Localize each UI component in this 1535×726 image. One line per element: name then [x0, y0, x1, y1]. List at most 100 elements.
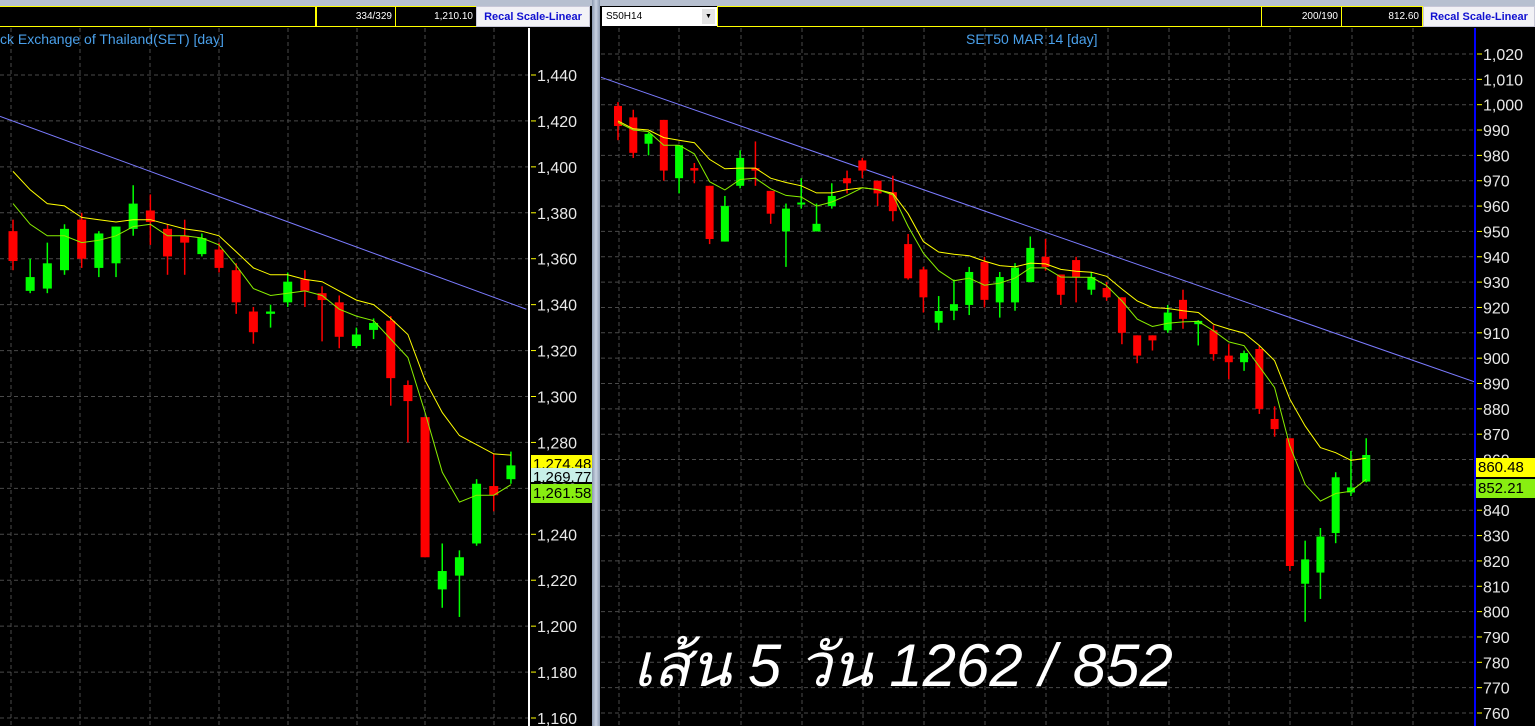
right-candle-body	[644, 133, 653, 144]
left-candle-body	[214, 249, 224, 268]
right-candle-body	[1163, 312, 1172, 331]
right-y-tick-label: 940	[1483, 250, 1510, 267]
right-y-tick-label: 910	[1483, 326, 1510, 343]
right-y-tick-label: 770	[1483, 681, 1510, 698]
right-candle-body	[1255, 349, 1264, 409]
right-y-tick-label: 980	[1483, 148, 1510, 165]
right-candle-body	[1178, 299, 1187, 319]
right-y-tick-label: 870	[1483, 427, 1510, 444]
left-y-tick-label: 1,180	[537, 665, 577, 682]
left-candle-body	[472, 483, 482, 544]
left-candle-body	[145, 210, 155, 222]
chevron-down-icon[interactable]: ▼	[702, 9, 715, 24]
right-candle-body	[1270, 418, 1279, 430]
left-candle-body	[454, 557, 464, 576]
right-toolbar-blank	[717, 6, 1262, 27]
left-y-tick-label: 1,320	[537, 344, 577, 361]
right-trendline	[601, 76, 1475, 383]
right-candle-body	[904, 244, 913, 279]
right-chart-toolbar: S50H14 ▼ 200/190 812.60 Recal Scale-Line…	[600, 6, 1535, 27]
right-candle-body	[1316, 536, 1325, 573]
left-candle-body	[25, 277, 35, 291]
left-trendline	[0, 115, 527, 310]
right-y-tick-label: 1,020	[1483, 47, 1523, 64]
right-y-tick-label: 1,000	[1483, 98, 1523, 115]
right-candle-body	[934, 311, 943, 323]
right-candle-body	[873, 180, 882, 194]
left-y-tick-label: 1,200	[537, 619, 577, 636]
left-candle-body	[128, 203, 138, 229]
left-candle-body	[197, 238, 207, 255]
right-candle-body	[1041, 256, 1050, 267]
right-candle-body	[614, 105, 622, 126]
right-candle-body	[949, 304, 958, 311]
right-candle-body	[858, 160, 867, 171]
left-y-tick-label: 1,420	[537, 114, 577, 131]
charts-canvas: 1,1601,1801,2001,2201,2401,2601,2801,300…	[0, 28, 1523, 726]
right-candle-body	[766, 190, 775, 214]
left-candle-body	[231, 270, 241, 303]
right-candle-body	[980, 261, 989, 300]
left-price-label-last: 1,269.77	[531, 468, 592, 482]
left-candle-body	[437, 571, 447, 590]
right-candle-body	[1087, 277, 1096, 290]
right-y-tick-label: 950	[1483, 224, 1510, 241]
right-candle-body	[1011, 267, 1020, 303]
left-price-value: 1,210.10	[395, 6, 477, 27]
left-candle-body	[283, 281, 293, 303]
right-y-tick-label: 960	[1483, 199, 1510, 216]
left-recal-scale-button[interactable]: Recal Scale-Linear	[476, 6, 590, 27]
right-candle-body	[629, 117, 638, 153]
right-y-tick-label: 970	[1483, 174, 1510, 191]
right-candle-body	[1301, 559, 1310, 584]
symbol-select[interactable]: S50H14 ▼	[602, 7, 717, 26]
right-candle-body	[781, 208, 790, 232]
right-candle-body	[1194, 320, 1203, 325]
left-candle-body	[248, 311, 258, 333]
right-y-tick-label: 790	[1483, 630, 1510, 647]
left-candle-body	[369, 323, 379, 330]
left-candle-body	[403, 385, 413, 402]
left-bar-count: 334/329	[316, 6, 396, 27]
left-y-tick-label: 1,340	[537, 298, 577, 315]
panel-splitter[interactable]	[592, 0, 600, 726]
annotation-text: เส้น 5 วัน 1262 / 852	[633, 632, 1173, 699]
right-candle-body	[888, 192, 897, 212]
left-chart-toolbar: 334/329 1,210.10 Recal Scale-Linear	[0, 6, 592, 27]
right-y-tick-label: 840	[1483, 503, 1510, 520]
right-candle-body	[1148, 335, 1157, 341]
right-plot-area	[601, 28, 1475, 726]
symbol-select-value: S50H14	[606, 11, 643, 22]
right-candle-body	[965, 271, 974, 305]
right-candle-body	[1209, 330, 1218, 355]
right-y-tick-label: 810	[1483, 579, 1510, 596]
left-chart-title: ck Exchange of Thailand(SET) [day]	[0, 31, 224, 47]
left-plot-area	[0, 28, 529, 726]
right-candle-body	[675, 145, 684, 179]
right-y-tick-label: 930	[1483, 275, 1510, 292]
right-candle-body	[751, 168, 760, 171]
right-candle-body	[705, 185, 714, 240]
left-ma-long-line	[12, 171, 511, 456]
right-y-tick-label: 1,010	[1483, 72, 1523, 89]
right-y-tick-label: 830	[1483, 529, 1510, 546]
left-candle-body	[180, 235, 190, 243]
right-candle-body	[720, 206, 729, 242]
right-y-tick-label: 880	[1483, 402, 1510, 419]
right-ma-long-line	[617, 120, 1367, 461]
right-ma-short-line	[617, 121, 1367, 502]
right-candle-body	[1346, 487, 1355, 493]
left-candle-body	[420, 417, 430, 558]
right-recal-scale-button[interactable]: Recal Scale-Linear	[1423, 6, 1535, 27]
right-candle-body	[1102, 287, 1111, 298]
right-chart-title: SET50 MAR 14 [day]	[966, 31, 1098, 47]
right-price-label-ma-long: 860.48	[1476, 458, 1535, 477]
left-candle-body	[42, 263, 52, 289]
right-candle-body	[843, 178, 852, 184]
left-y-tick-label: 1,160	[537, 711, 577, 726]
left-y-tick-label: 1,280	[537, 435, 577, 452]
right-candle-body	[995, 277, 1004, 303]
left-y-tick-label: 1,440	[537, 68, 577, 85]
right-candle-body	[1362, 454, 1371, 482]
right-candle-body	[1117, 297, 1126, 333]
